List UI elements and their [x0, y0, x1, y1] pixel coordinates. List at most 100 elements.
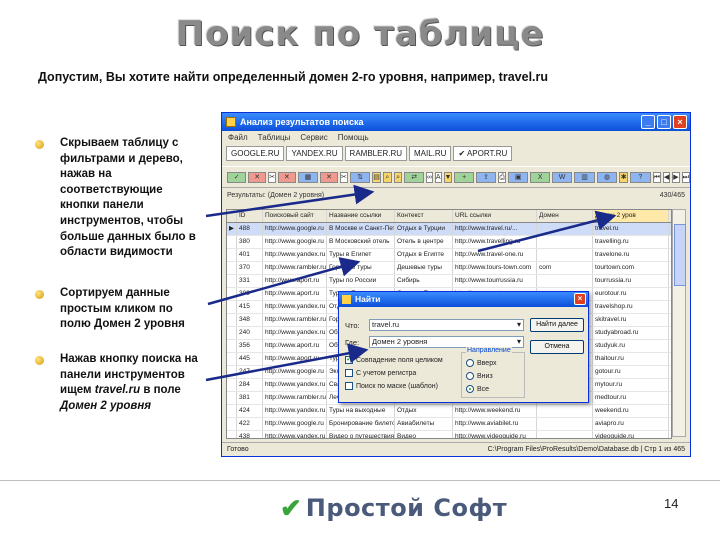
direction-up-radio[interactable]: Вверх — [466, 359, 497, 367]
table-row[interactable]: 424 http://www.yandex.ru Туры на выходные О… — [227, 405, 671, 418]
table-cell[interactable]: 445 — [237, 353, 263, 365]
checkmark-icon[interactable]: ✓ — [345, 356, 353, 364]
table-cell[interactable]: http://www.google.ru — [263, 366, 327, 378]
table-cell[interactable]: 309 — [237, 288, 263, 300]
replace-icon[interactable]: ⇄ — [404, 171, 424, 183]
table-cell[interactable]: aviapro.ru — [593, 418, 669, 430]
excel-icon[interactable]: X — [530, 171, 550, 183]
table-cell[interactable] — [537, 249, 593, 261]
chart-icon[interactable]: ▥ — [574, 171, 595, 183]
print-icon[interactable]: ⎙ — [498, 171, 506, 183]
menu-item-file[interactable]: Файл — [228, 131, 248, 144]
minimize-button[interactable]: _ — [641, 115, 655, 129]
cut-icon[interactable]: ✂ — [268, 171, 276, 183]
menu-item-tables[interactable]: Таблицы — [258, 131, 291, 144]
word-icon[interactable]: W — [551, 171, 573, 183]
col-link-title[interactable]: Название ссылки — [327, 210, 395, 222]
table-cell[interactable]: Видео — [395, 431, 453, 438]
find-what-input[interactable]: travel.ru — [369, 319, 524, 331]
table-cell[interactable]: mytour.ru — [593, 379, 669, 391]
globe-icon[interactable]: ◍ — [596, 171, 618, 183]
mask-search-checkbox[interactable]: Поиск по маске (шаблон) — [345, 382, 438, 390]
find-dialog-titlebar[interactable]: Найти × — [339, 292, 588, 307]
table-cell[interactable]: travelone.ru — [593, 249, 669, 261]
help-icon[interactable]: ? — [630, 171, 651, 183]
table-cell[interactable]: http://www.videoguide.ru — [453, 431, 537, 438]
direction-down-radio[interactable]: Вниз — [466, 372, 493, 380]
remove-icon[interactable]: ✕ — [277, 171, 296, 183]
table-cell[interactable]: 356 — [237, 340, 263, 352]
table-cell[interactable] — [227, 275, 237, 287]
table-cell[interactable]: 438 — [237, 431, 263, 438]
add-filter-icon[interactable]: + — [454, 171, 474, 183]
last-record-icon[interactable]: ⏭ — [681, 171, 690, 183]
table-cell[interactable] — [537, 431, 593, 438]
table-cell[interactable] — [227, 249, 237, 261]
filter-icon[interactable]: ▼ — [443, 171, 453, 183]
table-cell[interactable]: tourrussia.ru — [593, 275, 669, 287]
table-cell[interactable]: 247 — [237, 366, 263, 378]
window-titlebar[interactable]: Анализ результатов поиска _ □ × — [222, 113, 690, 131]
table-cell[interactable]: eurotour.ru — [593, 288, 669, 300]
table-cell[interactable]: http://www.yandex.ru — [263, 379, 327, 391]
delete-icon[interactable]: ✕ — [248, 171, 267, 183]
table-cell[interactable]: http://www.yandex.ru — [263, 405, 327, 417]
table-cell[interactable] — [227, 236, 237, 248]
table-cell[interactable] — [227, 288, 237, 300]
table-cell[interactable]: com — [537, 262, 593, 274]
table-cell[interactable]: ▶ — [227, 223, 237, 235]
font-icon[interactable]: A — [434, 171, 442, 183]
table-cell[interactable]: http://www.yandex.ru — [263, 301, 327, 313]
table-cell[interactable] — [537, 236, 593, 248]
search-icon[interactable]: ⌕ — [382, 171, 392, 183]
table-cell[interactable]: 424 — [237, 405, 263, 417]
grid-icon[interactable]: ▦ — [297, 171, 319, 183]
col-id[interactable]: ID — [237, 210, 263, 222]
table-cell[interactable]: travel.ru — [593, 223, 669, 235]
table-cell[interactable]: travelshop.ru — [593, 301, 669, 313]
table-cell[interactable] — [227, 418, 237, 430]
table-cell[interactable]: travelling.ru — [593, 236, 669, 248]
cancel-button[interactable]: Отмена — [530, 340, 584, 354]
table-scrollbar[interactable] — [672, 209, 686, 437]
prev-record-icon[interactable]: ◀ — [662, 171, 671, 183]
tab-mail[interactable]: MAIL.RU — [409, 146, 452, 161]
table-row[interactable]: 401 http://www.yandex.ru Туры в Египет Отды… — [227, 249, 671, 262]
menu-item-help[interactable]: Помощь — [338, 131, 369, 144]
col-domain-level2[interactable]: Домен 2 уров — [593, 210, 669, 222]
tab-google[interactable]: GOOGLE.RU — [226, 146, 285, 161]
table-cell[interactable]: http://www.travel.ru/... — [453, 223, 537, 235]
table-cell[interactable]: Видео о путешествиях — [327, 431, 395, 438]
table-cell[interactable]: http://www.rambler.ru — [263, 314, 327, 326]
table-cell[interactable]: 381 — [237, 392, 263, 404]
menu-item-service[interactable]: Сервис — [300, 131, 327, 144]
table-cell[interactable]: http://www.travelling.ru — [453, 236, 537, 248]
close-button[interactable]: × — [673, 115, 687, 129]
col-search-site[interactable]: Поисковый сайт — [263, 210, 327, 222]
match-whole-field-checkbox[interactable]: ✓ Совпадение поля целиком — [345, 356, 443, 364]
table-cell[interactable]: 370 — [237, 262, 263, 274]
table-cell[interactable]: studyabroad.ru — [593, 327, 669, 339]
table-cell[interactable]: medtour.ru — [593, 392, 669, 404]
table-cell[interactable]: http://www.yandex.ru — [263, 327, 327, 339]
table-cell[interactable]: 422 — [237, 418, 263, 430]
table-cell[interactable]: Отдых — [395, 405, 453, 417]
table-cell[interactable]: 240 — [237, 327, 263, 339]
table-cell[interactable]: http://www.tourrussia.ru — [453, 275, 537, 287]
first-record-icon[interactable]: ⏮ — [652, 171, 661, 183]
table-cell[interactable] — [227, 392, 237, 404]
tab-yandex[interactable]: YANDEX.RU — [286, 146, 343, 161]
table-cell[interactable]: 284 — [237, 379, 263, 391]
table-row[interactable]: 331 http://www.aport.ru Туры по России Сиби… — [227, 275, 671, 288]
table-cell[interactable]: 488 — [237, 223, 263, 235]
table-row[interactable]: 438 http://www.yandex.ru Видео о путешеств… — [227, 431, 671, 438]
table-cell[interactable] — [227, 431, 237, 438]
find-next-icon[interactable]: ⌕ — [393, 171, 403, 183]
tab-aport[interactable]: ✔ APORT.RU — [453, 146, 513, 161]
sort-icon[interactable]: ⇅ — [349, 171, 371, 183]
table-cell[interactable]: 401 — [237, 249, 263, 261]
table-cell[interactable]: 331 — [237, 275, 263, 287]
binoculars-icon[interactable]: ∞ — [425, 171, 433, 183]
table-cell[interactable]: Туры в Египет — [327, 249, 395, 261]
table-cell[interactable]: Отдых в Турции — [395, 223, 453, 235]
